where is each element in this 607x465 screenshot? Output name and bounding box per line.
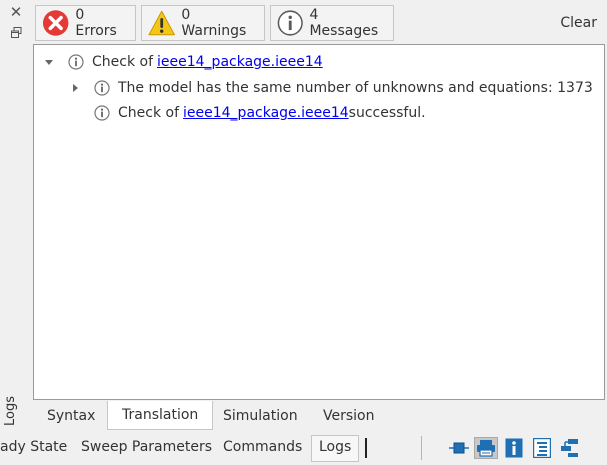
info-icon <box>94 105 110 121</box>
transformational-debugger-icon[interactable] <box>558 437 582 459</box>
errors-filter-button[interactable]: 0 Errors <box>35 5 136 41</box>
info-icon <box>68 54 84 70</box>
debugging-icon[interactable] <box>530 437 554 459</box>
tab-sweep-parameters[interactable]: Sweep Parameters <box>81 439 212 455</box>
log-entry-suffix: successful. <box>348 105 426 121</box>
modeling-perspective-icon[interactable] <box>447 437 471 459</box>
text-cursor <box>365 438 367 458</box>
dock-title-logs: Logs <box>3 396 18 426</box>
tab-logs[interactable]: Logs <box>311 435 360 462</box>
errors-count-label: 0 Errors <box>75 7 117 39</box>
log-entry[interactable]: Check of ieee14_package.ieee14 successfu… <box>94 103 426 123</box>
tab-translation[interactable]: Translation <box>107 401 214 430</box>
log-entry[interactable]: The model has the same number of unknown… <box>70 78 593 98</box>
output-tabs: Syntax Translation Simulation Version <box>32 401 607 431</box>
tab-simulation[interactable]: Simulation <box>223 403 298 429</box>
log-entry-prefix: Check of <box>118 105 180 121</box>
float-window-icon[interactable] <box>8 24 24 40</box>
tab-syntax[interactable]: Syntax <box>47 403 95 429</box>
tab-commands[interactable]: Commands <box>223 439 302 455</box>
tab-steady-state[interactable]: ady State <box>0 439 67 455</box>
error-icon <box>42 10 69 36</box>
collapsed-arrow-icon[interactable] <box>70 83 80 93</box>
expanded-arrow-icon[interactable] <box>44 57 54 67</box>
log-tree[interactable]: Check of ieee14_package.ieee14 The model… <box>33 44 605 400</box>
tab-version[interactable]: Version <box>323 403 374 429</box>
close-icon[interactable]: ✕ <box>8 4 24 20</box>
log-entry[interactable]: Check of ieee14_package.ieee14 <box>44 52 323 72</box>
messages-filter-button[interactable]: 4 Messages <box>270 5 394 41</box>
log-entry-text: The model has the same number of unknown… <box>118 80 593 96</box>
messages-count-label: 4 Messages <box>309 7 379 39</box>
info-icon <box>277 10 303 36</box>
model-link[interactable]: ieee14_package.ieee14 <box>183 105 349 121</box>
clear-button[interactable]: Clear <box>560 15 597 31</box>
info-icon <box>94 80 110 96</box>
toolbar-separator <box>421 436 422 460</box>
messages-toolbar: 0 Errors 0 Warnings 4 Messages Clear <box>32 0 607 44</box>
log-entry-prefix: Check of <box>92 54 154 70</box>
warnings-count-label: 0 Warnings <box>181 7 247 39</box>
dock-strip: ✕ Logs <box>0 0 32 430</box>
warnings-filter-button[interactable]: 0 Warnings <box>141 5 265 41</box>
warning-icon <box>148 10 175 36</box>
model-link[interactable]: ieee14_package.ieee14 <box>157 54 323 70</box>
plotting-perspective-icon[interactable] <box>474 437 498 459</box>
documentation-icon[interactable] <box>502 437 526 459</box>
